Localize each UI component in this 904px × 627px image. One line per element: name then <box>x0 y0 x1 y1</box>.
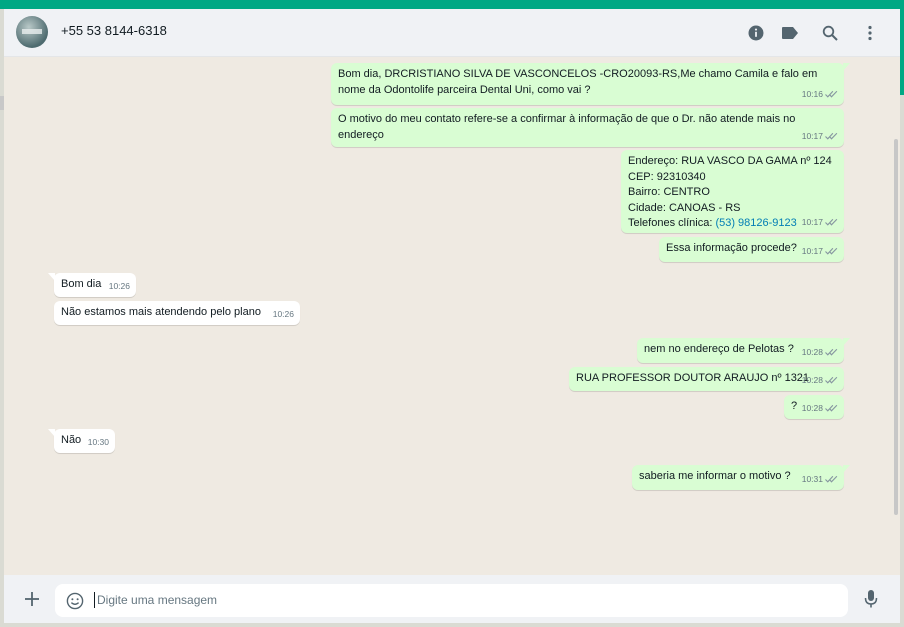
message-meta: 10:28 <box>802 373 838 389</box>
message-meta: 10:17 <box>802 129 838 145</box>
menu-icon[interactable] <box>859 22 881 44</box>
address-line: Bairro: CENTRO <box>628 186 710 198</box>
chat-scrollbar[interactable] <box>894 139 898 515</box>
incoming-message[interactable]: Bom dia 10:26 <box>48 273 136 297</box>
message-text: RUA PROFESSOR DOUTOR ARAUJO nº 1321 <box>576 372 810 384</box>
message-meta: 10:26 <box>109 279 130 295</box>
message-text: O motivo do meu contato refere-se a conf… <box>338 113 796 141</box>
composer-bar: Digite uma mensagem <box>4 575 900 623</box>
message-time: 10:30 <box>87 436 109 447</box>
message-time: 10:26 <box>272 308 294 319</box>
message-meta: 10:26 <box>273 307 294 323</box>
outgoing-message[interactable]: ? 10:28 <box>784 395 844 419</box>
chat-header: +55 53 8144-6318 <box>4 9 900 57</box>
outgoing-message[interactable]: Endereço: RUA VASCO DA GAMA nº 124 CEP: … <box>621 150 844 233</box>
double-check-icon <box>825 91 838 98</box>
address-line: CEP: 92310340 <box>628 170 706 183</box>
message-meta: 10:28 <box>802 401 838 417</box>
emoji-icon[interactable] <box>64 590 86 612</box>
message-meta: 10:16 <box>802 87 838 103</box>
message-input[interactable]: Digite uma mensagem <box>55 584 848 617</box>
avatar[interactable] <box>16 16 48 48</box>
plus-icon[interactable] <box>21 588 43 610</box>
message-meta: 10:17 <box>802 215 838 231</box>
message-meta: 10:17 <box>802 244 838 260</box>
message-time: 10:16 <box>801 88 823 99</box>
message-meta: 10:31 <box>802 472 838 488</box>
message-placeholder: Digite uma mensagem <box>97 593 218 607</box>
double-check-icon <box>825 219 838 226</box>
label-icon[interactable] <box>779 22 801 44</box>
right-accent-edge <box>900 9 904 95</box>
outgoing-message[interactable]: Bom dia, DRCRISTIANO SILVA DE VASCONCELO… <box>331 63 850 105</box>
message-time: 10:17 <box>801 130 823 141</box>
message-list[interactable]: Bom dia, DRCRISTIANO SILVA DE VASCONCELO… <box>4 57 900 575</box>
message-time: 10:31 <box>801 473 823 484</box>
message-time: 10:28 <box>801 402 823 413</box>
outgoing-message[interactable]: Essa informação procede? 10:17 <box>659 237 844 262</box>
message-meta: 10:30 <box>88 435 109 451</box>
outgoing-message[interactable]: saberia me informar o motivo ? 10:31 <box>632 465 850 490</box>
message-text: Não estamos mais atendendo pelo plano <box>61 306 261 318</box>
incoming-message[interactable]: Não 10:30 <box>48 429 115 453</box>
message-text: Bom dia, DRCRISTIANO SILVA DE VASCONCELO… <box>338 68 818 96</box>
message-time: 10:26 <box>108 280 130 291</box>
phone-link[interactable]: (53) 98126-9123 <box>715 217 796 229</box>
chat-window: +55 53 8144-6318 Bom dia, DRCRISTIANO SI… <box>4 9 900 623</box>
message-time: 10:28 <box>801 346 823 357</box>
message-time: 10:28 <box>801 374 823 385</box>
search-icon[interactable] <box>819 22 841 44</box>
double-check-icon <box>825 476 838 483</box>
outgoing-message[interactable]: RUA PROFESSOR DOUTOR ARAUJO nº 1321 10:2… <box>569 367 844 391</box>
mic-icon[interactable] <box>860 588 882 610</box>
message-time: 10:17 <box>801 245 823 256</box>
contact-name[interactable]: +55 53 8144-6318 <box>61 23 167 38</box>
text-caret <box>94 592 95 608</box>
message-meta: 10:28 <box>802 345 838 361</box>
phone-label: Telefones clínica: <box>628 217 716 229</box>
double-check-icon <box>825 248 838 255</box>
info-icon[interactable] <box>745 22 767 44</box>
top-accent-bar <box>0 0 904 9</box>
double-check-icon <box>825 377 838 384</box>
double-check-icon <box>825 405 838 412</box>
double-check-icon <box>825 133 838 140</box>
double-check-icon <box>825 349 838 356</box>
incoming-message[interactable]: Não estamos mais atendendo pelo plano 10… <box>54 301 300 325</box>
message-time: 10:17 <box>801 216 823 227</box>
outgoing-message[interactable]: O motivo do meu contato refere-se a conf… <box>331 108 844 147</box>
address-line: Endereço: RUA VASCO DA GAMA nº 124 <box>628 155 832 167</box>
outgoing-message[interactable]: nem no endereço de Pelotas ? 10:28 <box>637 338 850 363</box>
